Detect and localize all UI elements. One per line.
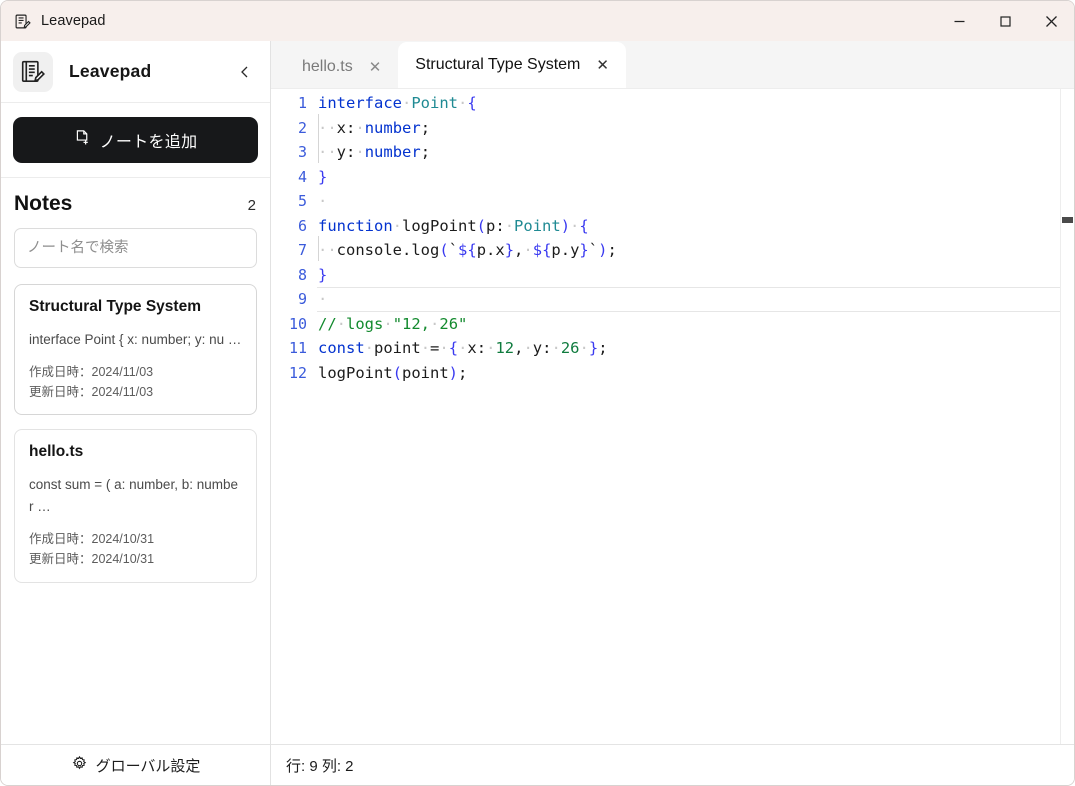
tab-close-icon[interactable]: ✕	[369, 60, 382, 75]
sidebar: Leavepad ノートを追加 Notes 2 ノート名で検索 Structur…	[1, 41, 271, 785]
title-bar: Leavepad	[1, 1, 1074, 41]
global-settings-label: グローバル設定	[95, 757, 201, 775]
code-line: 7 ··console.log(`${p.x},·${p.y}`);	[271, 238, 1060, 263]
tab-close-icon[interactable]: ✕	[596, 58, 609, 73]
window-title: Leavepad	[41, 13, 106, 29]
line-text: ··console.log(`${p.x},·${p.y}`);	[318, 241, 617, 260]
notes-header: Notes 2	[1, 178, 270, 224]
line-number: 7	[297, 241, 307, 260]
line-number: 9	[297, 290, 307, 309]
code-line-current: 9 ·	[271, 287, 1060, 312]
cursor-position: 行: 9 列: 2	[286, 757, 354, 775]
add-note-label: ノートを追加	[99, 134, 198, 151]
global-settings-button[interactable]: グローバル設定	[1, 744, 270, 785]
add-note-button[interactable]: ノートを追加	[13, 117, 258, 163]
line-text: const·point·=·{·x:·12,·y:·26·};	[318, 339, 608, 358]
note-card-structural-type-system[interactable]: Structural Type System interface Point {…	[14, 284, 257, 416]
editor-scrollbar[interactable]	[1060, 89, 1074, 744]
app-icon	[13, 12, 31, 30]
note-created: 作成日時：2024/10/31	[29, 532, 155, 547]
app-logo-icon	[13, 51, 53, 92]
note-preview: const sum = ( a: number, b: number …	[29, 477, 238, 515]
collapse-sidebar-button[interactable]	[234, 61, 256, 83]
code-line: 2 ··x:·number;	[271, 116, 1060, 141]
line-number: 10	[288, 314, 307, 333]
search-input[interactable]	[14, 228, 257, 268]
tab-label: hello.ts	[302, 58, 353, 75]
note-title: hello.ts	[29, 443, 84, 461]
line-number: 4	[297, 167, 307, 186]
app-window: Leavepad Leavepad ノートを追加 Notes 2 ノート名で検索…	[0, 0, 1075, 786]
tab-structural-type-system[interactable]: Structural Type System ✕	[398, 42, 626, 88]
code-line: 11 const·point·=·{·x:·12,·y:·26·};	[271, 336, 1060, 361]
note-title: Structural Type System	[29, 298, 201, 315]
line-number: 5	[297, 192, 307, 211]
line-text: }	[318, 265, 328, 284]
line-number: 6	[297, 216, 307, 235]
sidebar-header: Leavepad	[1, 41, 270, 103]
line-text: interface·Point·{	[318, 94, 477, 113]
code-line: 1 interface·Point·{	[271, 91, 1060, 116]
line-text: ·	[318, 192, 328, 211]
line-number: 11	[288, 339, 307, 358]
line-number: 8	[297, 265, 307, 284]
code-line: 5 ·	[271, 189, 1060, 214]
app-body: Leavepad ノートを追加 Notes 2 ノート名で検索 Structur…	[1, 41, 1074, 785]
code-line: 3 ··y:·number;	[271, 140, 1060, 165]
note-created: 作成日時：2024/11/03	[29, 364, 154, 379]
code-line: 10 //·logs·"12,·26"	[271, 312, 1060, 337]
minimize-button[interactable]	[936, 1, 982, 41]
sidebar-app-name: Leavepad	[69, 61, 152, 81]
file-plus-icon	[74, 129, 91, 151]
search-container	[1, 224, 270, 278]
note-card-hello-ts[interactable]: hello.ts const sum = ( a: number, b: num…	[14, 429, 257, 583]
status-bar: 行: 9 列: 2	[271, 744, 1074, 785]
gear-icon	[71, 755, 88, 776]
tab-label: Structural Type System	[415, 56, 581, 73]
line-text: logPoint(point);	[318, 363, 468, 382]
line-text: }	[318, 167, 328, 186]
line-text: //·logs·"12,·26"	[318, 314, 468, 333]
code-line: 6 function·logPoint(p:·Point)·{	[271, 214, 1060, 239]
line-number: 3	[297, 143, 307, 162]
close-button[interactable]	[1028, 1, 1074, 41]
notes-heading: Notes	[14, 192, 73, 215]
notes-list[interactable]: Structural Type System interface Point {…	[1, 278, 270, 744]
code-line: 12 logPoint(point);	[271, 361, 1060, 386]
code-content[interactable]: 1 interface·Point·{ 2 ··x:·number; 3 ··y…	[271, 89, 1060, 744]
line-text: ·	[318, 290, 328, 309]
line-number: 1	[297, 94, 307, 113]
scrollbar-thumb[interactable]	[1062, 217, 1073, 223]
tab-bar: hello.ts ✕ Structural Type System ✕	[271, 41, 1074, 89]
maximize-button[interactable]	[982, 1, 1028, 41]
line-text: ··x:·number;	[318, 118, 431, 137]
note-updated: 更新日時：2024/10/31	[29, 551, 155, 566]
tab-hello-ts[interactable]: hello.ts ✕	[285, 46, 398, 88]
add-note-container: ノートを追加	[1, 103, 270, 178]
line-number: 12	[288, 363, 307, 382]
note-updated: 更新日時：2024/11/03	[29, 384, 154, 399]
code-editor[interactable]: 1 interface·Point·{ 2 ··x:·number; 3 ··y…	[271, 89, 1074, 744]
note-preview: interface Point { x: number; y: nu …	[29, 332, 242, 347]
code-line: 4 }	[271, 165, 1060, 190]
window-controls	[936, 1, 1074, 41]
code-line: 8 }	[271, 263, 1060, 288]
line-number: 2	[297, 118, 307, 137]
line-text: ··y:·number;	[318, 143, 431, 162]
notes-count: 2	[247, 197, 256, 214]
line-text: function·logPoint(p:·Point)·{	[318, 216, 589, 235]
main-panel: hello.ts ✕ Structural Type System ✕ 1 in…	[271, 41, 1074, 785]
